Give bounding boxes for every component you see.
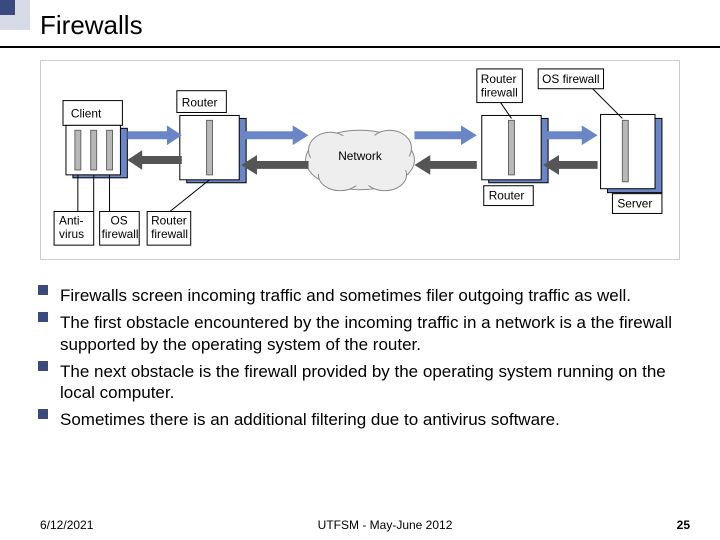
bullet-icon [38,312,48,322]
bullet-icon [38,361,48,371]
footer: 6/12/2021 UTFSM - May-June 2012 25 [40,518,690,532]
router-label: Router [182,96,218,110]
svg-text:Router: Router [481,72,517,86]
bullet-icon [38,285,48,295]
svg-text:firewall: firewall [151,227,188,241]
svg-text:Router: Router [151,213,187,227]
server-label: Server [617,197,652,211]
title-underline [0,46,720,48]
svg-text:firewall: firewall [481,86,518,100]
list-item: The first obstacle encountered by the in… [38,312,690,355]
svg-text:firewall: firewall [102,227,139,241]
list-item: The next obstacle is the firewall provid… [38,361,690,404]
footer-center: UTFSM - May-June 2012 [93,518,676,532]
list-item: Sometimes there is an additional filteri… [38,409,690,430]
network-label: Network [338,149,382,163]
footer-page: 25 [677,518,690,532]
bullet-list: Firewalls screen incoming traffic and so… [38,285,690,437]
os-fw-top-label: OS firewall [542,72,599,86]
footer-date: 6/12/2021 [40,518,93,532]
bullet-icon [38,409,48,419]
svg-text:virus: virus [59,227,84,241]
title-bar: Firewalls [0,0,720,47]
list-item: Firewalls screen incoming traffic and so… [38,285,690,306]
router2-label: Router [489,189,525,203]
svg-text:Anti-: Anti- [59,213,83,227]
slide-title: Firewalls [40,10,720,41]
firewall-diagram: Client Anti- virus OS firewall Router fi… [40,60,680,260]
svg-text:OS: OS [111,213,128,227]
client-label: Client [71,106,102,120]
